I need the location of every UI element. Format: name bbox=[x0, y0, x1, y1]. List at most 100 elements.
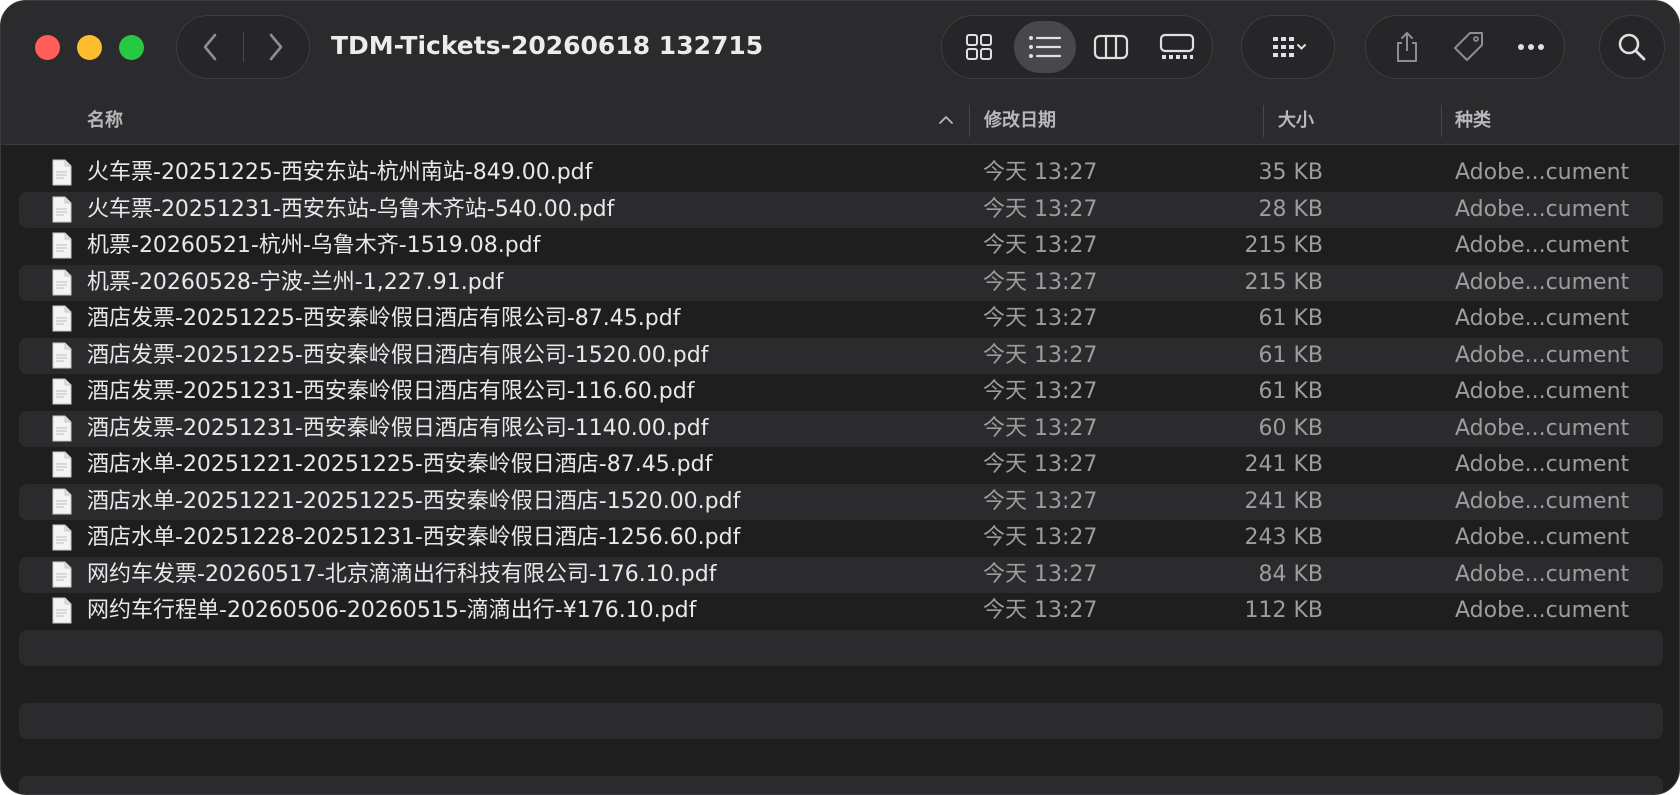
pdf-file-icon bbox=[52, 269, 72, 295]
file-name: 火车票-20251231-西安东站-乌鲁木齐站-540.00.pdf bbox=[87, 196, 615, 222]
finder-window: TDM-Tickets-20260618 132715 名称 修改日期 大小 种… bbox=[0, 0, 1680, 795]
file-size: 61 KB bbox=[1258, 342, 1323, 368]
file-modified-date: 今天 13:27 bbox=[983, 415, 1098, 441]
file-row[interactable]: 酒店发票-20251225-西安秦岭假日酒店有限公司-87.45.pdf 今天 1… bbox=[19, 301, 1663, 337]
view-switcher bbox=[941, 15, 1213, 79]
file-size: 241 KB bbox=[1244, 452, 1323, 477]
search-button[interactable] bbox=[1599, 15, 1665, 79]
tag-button[interactable] bbox=[1440, 16, 1498, 78]
pdf-file-icon bbox=[52, 159, 72, 186]
file-name: 火车票-20251225-西安东站-杭州南站-849.00.pdf bbox=[87, 160, 593, 185]
file-modified-date: 今天 13:27 bbox=[983, 525, 1098, 550]
file-modified-date: 今天 13:27 bbox=[983, 233, 1098, 258]
share-icon bbox=[1397, 31, 1417, 62]
gallery-view-icon bbox=[1159, 33, 1195, 59]
file-kind: Adobe...cument bbox=[1455, 525, 1630, 550]
pdf-file-icon bbox=[52, 524, 72, 551]
file-name: 机票-20260528-宁波-兰州-1,227.91.pdf bbox=[87, 269, 504, 295]
gallery-view-button[interactable] bbox=[1146, 21, 1208, 73]
file-row[interactable]: 火车票-20251225-西安东站-杭州南站-849.00.pdf 今天 13:2… bbox=[19, 155, 1663, 191]
empty-row bbox=[19, 666, 1663, 702]
group-by-button[interactable] bbox=[1258, 16, 1320, 78]
file-row[interactable]: 网约车行程单-20260506-20260515-滴滴出行-¥176.10.pd… bbox=[19, 593, 1663, 629]
column-divider[interactable] bbox=[969, 105, 970, 137]
file-kind: Adobe...cument bbox=[1455, 379, 1630, 404]
column-kind-header[interactable]: 种类 bbox=[1455, 97, 1491, 144]
share-button[interactable] bbox=[1378, 16, 1436, 78]
pdf-file-icon bbox=[52, 561, 72, 587]
navigation-group bbox=[176, 15, 310, 79]
column-name-header[interactable]: 名称 bbox=[87, 97, 123, 144]
file-modified-date: 今天 13:27 bbox=[983, 598, 1098, 623]
minimize-button[interactable] bbox=[77, 35, 102, 60]
file-size: 241 KB bbox=[1244, 488, 1323, 514]
forward-button[interactable] bbox=[243, 16, 309, 78]
list-view-icon bbox=[1029, 36, 1062, 58]
tag-icon bbox=[1454, 32, 1483, 61]
column-view-button[interactable] bbox=[1080, 21, 1142, 73]
file-row[interactable]: 酒店发票-20251231-西安秦岭假日酒店有限公司-116.60.pdf 今天 … bbox=[19, 374, 1663, 410]
file-row[interactable]: 网约车发票-20260517-北京滴滴出行科技有限公司-176.10.pdf 今天… bbox=[19, 556, 1663, 593]
list-view-button[interactable] bbox=[1014, 21, 1076, 73]
file-kind: Adobe...cument bbox=[1455, 269, 1630, 295]
back-button[interactable] bbox=[177, 16, 243, 78]
pdf-file-icon bbox=[52, 305, 72, 332]
file-name: 网约车发票-20260517-北京滴滴出行科技有限公司-176.10.pdf bbox=[87, 561, 717, 587]
zoom-button[interactable] bbox=[119, 35, 144, 60]
file-modified-date: 今天 13:27 bbox=[983, 561, 1098, 587]
file-row[interactable]: 酒店水单-20251221-20251225-西安秦岭假日酒店-1520.00.… bbox=[19, 483, 1663, 520]
file-row[interactable]: 机票-20260528-宁波-兰州-1,227.91.pdf 今天 13:27 21… bbox=[19, 264, 1663, 301]
close-button[interactable] bbox=[35, 35, 60, 60]
pdf-file-icon bbox=[52, 597, 72, 624]
file-size: 28 KB bbox=[1258, 196, 1323, 222]
empty-row bbox=[19, 739, 1663, 775]
file-modified-date: 今天 13:27 bbox=[983, 379, 1098, 404]
file-row[interactable]: 酒店水单-20251221-20251225-西安秦岭假日酒店-87.45.pd… bbox=[19, 447, 1663, 483]
sort-ascending-icon[interactable] bbox=[937, 111, 955, 129]
file-kind: Adobe...cument bbox=[1455, 233, 1630, 258]
search-icon bbox=[1618, 33, 1646, 61]
chevron-left-icon bbox=[203, 33, 217, 61]
file-name: 酒店发票-20251225-西安秦岭假日酒店有限公司-87.45.pdf bbox=[87, 306, 681, 331]
file-kind: Adobe...cument bbox=[1455, 306, 1630, 331]
file-size: 112 KB bbox=[1244, 598, 1323, 623]
file-row[interactable]: 酒店发票-20251231-西安秦岭假日酒店有限公司-1140.00.pdf 今天… bbox=[19, 410, 1663, 447]
column-divider[interactable] bbox=[1441, 105, 1442, 137]
window-title: TDM-Tickets-20260618 132715 bbox=[331, 31, 764, 60]
file-kind: Adobe...cument bbox=[1455, 196, 1630, 222]
file-modified-date: 今天 13:27 bbox=[983, 488, 1098, 514]
file-name: 酒店发票-20251231-西安秦岭假日酒店有限公司-116.60.pdf bbox=[87, 379, 695, 404]
column-date-header[interactable]: 修改日期 bbox=[984, 97, 1056, 144]
file-kind: Adobe...cument bbox=[1455, 561, 1630, 587]
file-row[interactable]: 酒店水单-20251228-20251231-西安秦岭假日酒店-1256.60.… bbox=[19, 520, 1663, 556]
file-name: 酒店发票-20251231-西安秦岭假日酒店有限公司-1140.00.pdf bbox=[87, 415, 709, 441]
file-name: 酒店水单-20251221-20251225-西安秦岭假日酒店-87.45.pd… bbox=[87, 452, 713, 477]
more-icon bbox=[1518, 44, 1544, 50]
more-button[interactable] bbox=[1502, 16, 1560, 78]
pdf-file-icon bbox=[52, 451, 72, 478]
file-modified-date: 今天 13:27 bbox=[983, 342, 1098, 368]
file-row[interactable]: 酒店发票-20251225-西安秦岭假日酒店有限公司-1520.00.pdf 今天… bbox=[19, 337, 1663, 374]
pdf-file-icon bbox=[52, 415, 72, 441]
pdf-file-icon bbox=[52, 342, 72, 368]
group-by-menu[interactable] bbox=[1241, 15, 1335, 79]
file-size: 35 KB bbox=[1258, 160, 1323, 185]
column-size-header[interactable]: 大小 bbox=[1278, 97, 1314, 144]
file-size: 61 KB bbox=[1258, 306, 1323, 331]
column-header: 名称 修改日期 大小 种类 bbox=[1, 97, 1679, 145]
file-kind: Adobe...cument bbox=[1455, 415, 1630, 441]
file-size: 215 KB bbox=[1244, 269, 1323, 295]
toolbar: TDM-Tickets-20260618 132715 bbox=[1, 1, 1679, 97]
pdf-file-icon bbox=[52, 196, 72, 222]
column-divider[interactable] bbox=[1263, 105, 1264, 137]
empty-row bbox=[19, 629, 1663, 666]
pdf-file-icon bbox=[52, 488, 72, 514]
empty-row bbox=[19, 702, 1663, 739]
icon-view-button[interactable] bbox=[948, 21, 1010, 73]
search-button-inner[interactable] bbox=[1600, 16, 1664, 78]
file-row[interactable]: 机票-20260521-杭州-乌鲁木齐-1519.08.pdf 今天 13:27 2… bbox=[19, 228, 1663, 264]
file-name: 机票-20260521-杭州-乌鲁木齐-1519.08.pdf bbox=[87, 233, 541, 258]
file-name: 酒店水单-20251228-20251231-西安秦岭假日酒店-1256.60.… bbox=[87, 525, 741, 550]
pdf-file-icon bbox=[52, 232, 72, 259]
file-row[interactable]: 火车票-20251231-西安东站-乌鲁木齐站-540.00.pdf 今天 13:… bbox=[19, 191, 1663, 228]
